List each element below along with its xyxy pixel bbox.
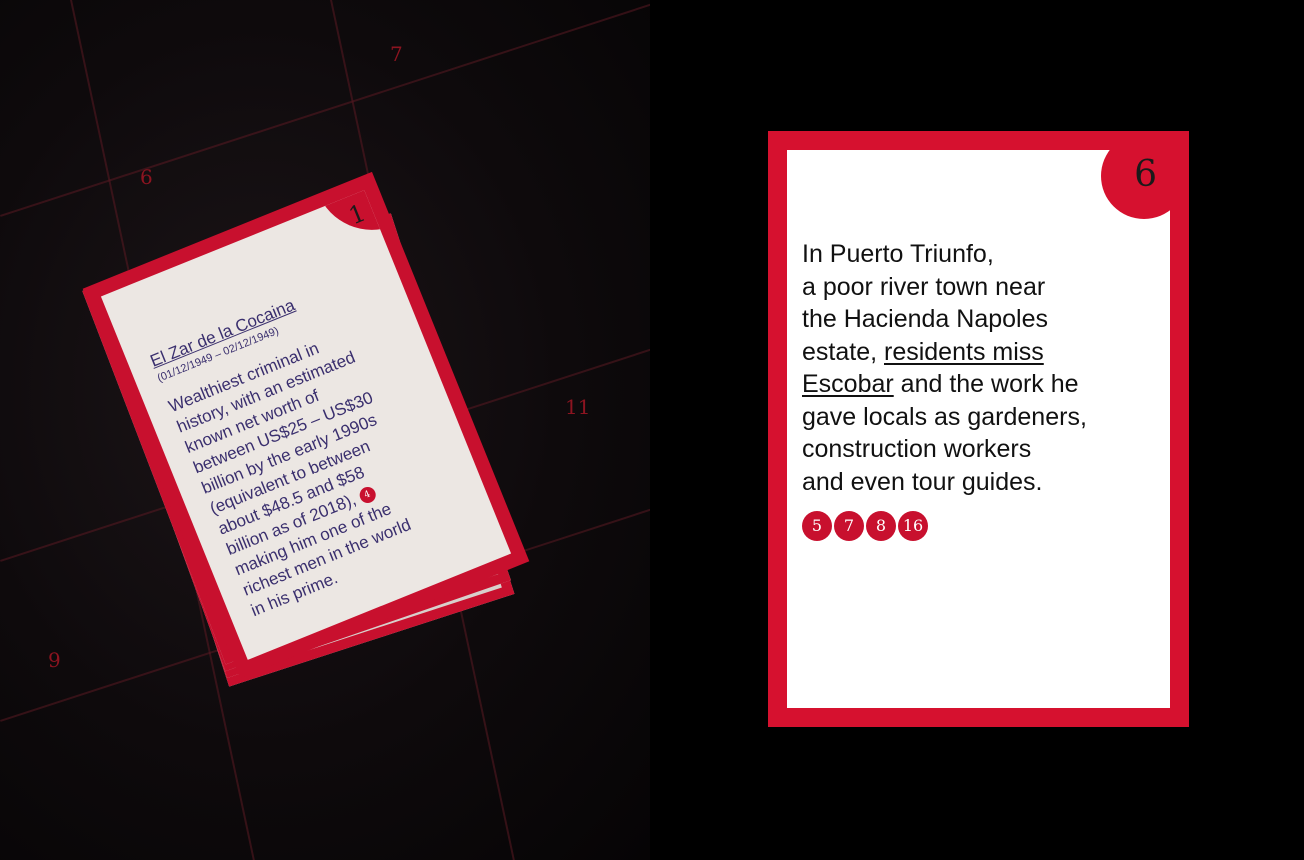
card-line: estate, residents miss <box>802 336 1152 369</box>
grid-number: 7 <box>390 42 403 66</box>
reference-list: 5 7 8 16 <box>802 511 928 541</box>
front-card-inner: 1 El Zar de la Cocaina (01/12/1949 – 02/… <box>100 190 512 660</box>
card-text-segment: estate, <box>802 337 884 366</box>
card-text-segment: and the work he <box>893 370 1079 398</box>
card-number: 6 <box>1134 154 1157 195</box>
card-text: In Puerto Triunfo, a poor river town nea… <box>802 238 1152 498</box>
card-line: and even tour guides. <box>802 467 1043 496</box>
highlight-link[interactable]: Escobar <box>802 370 894 398</box>
card-line: Escobar and the work he <box>802 368 1152 401</box>
grid-number: 11 <box>565 395 591 419</box>
grid-number: 6 <box>140 165 153 189</box>
card-line: the Hacienda Napoles <box>802 305 1048 333</box>
fact-card-inner: 6 In Puerto Triunfo, a poor river town n… <box>787 150 1170 708</box>
reference-badge[interactable]: 8 <box>866 511 896 541</box>
reference-badge[interactable]: 16 <box>898 511 928 541</box>
grid-number: 9 <box>48 648 61 672</box>
reference-badge[interactable]: 7 <box>834 511 864 541</box>
card-line: In Puerto Triunfo, <box>802 240 994 268</box>
photo-panel: 7 6 11 9 1 El Zar de la Cocaina (01/12/1… <box>0 0 650 860</box>
fact-card: 6 In Puerto Triunfo, a poor river town n… <box>768 131 1189 727</box>
card-line: gave locals as gardeners, <box>802 402 1087 431</box>
reference-badge[interactable]: 5 <box>802 511 832 541</box>
card-line: a poor river town near <box>802 272 1046 301</box>
card-line: construction workers <box>802 435 1032 463</box>
highlight-link[interactable]: residents miss <box>884 338 1044 366</box>
grid-line <box>0 0 650 217</box>
